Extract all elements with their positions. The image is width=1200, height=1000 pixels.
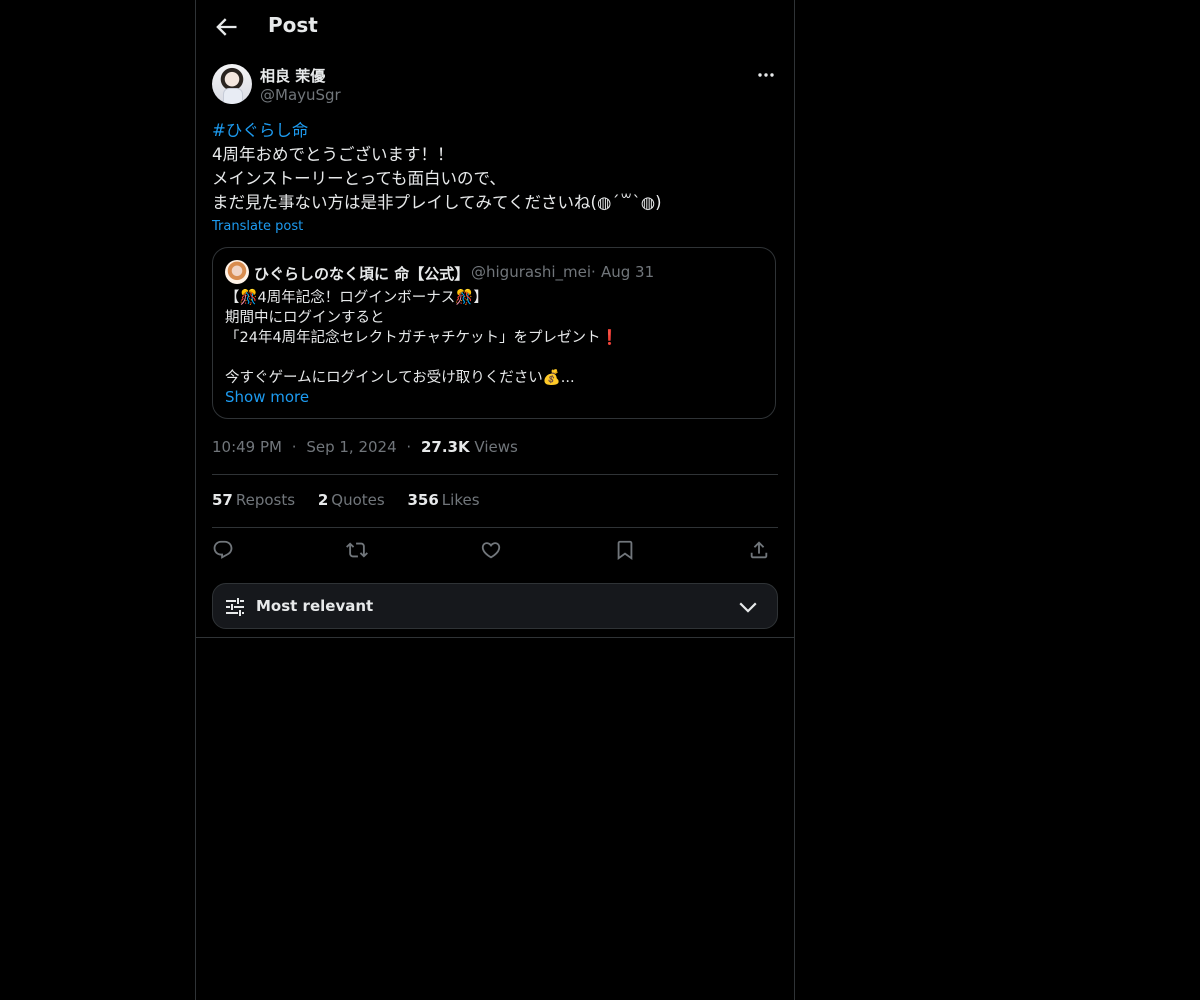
reposts-stat[interactable]: 57 Reposts bbox=[212, 491, 295, 509]
post-stats: 57 Reposts 2 Quotes 356 Likes bbox=[212, 491, 498, 509]
divider bbox=[196, 637, 794, 638]
quoted-line: 期間中にログインすると bbox=[225, 310, 385, 326]
divider bbox=[212, 474, 778, 475]
post-author: 相良 茉優 @MayuSgr bbox=[212, 64, 778, 106]
likes-count: 356 bbox=[407, 491, 439, 509]
quoted-author-handle: @higurashi_mei bbox=[471, 263, 592, 281]
post-text: #ひぐらし命 4周年おめでとうございます！！ メインストーリーとっても面白いので… bbox=[212, 119, 778, 215]
quoted-line: 【🎊4周年記念！ログインボーナス🎊】 bbox=[225, 290, 488, 306]
page-header: Post bbox=[196, 0, 794, 53]
like-icon[interactable] bbox=[480, 539, 504, 563]
arrow-left-icon[interactable] bbox=[212, 13, 240, 41]
quoted-line bbox=[225, 348, 765, 368]
quoted-date: Aug 31 bbox=[601, 263, 655, 281]
likes-label: Likes bbox=[441, 491, 480, 509]
quoted-line: 「24年4周年記念セレクトガチャチケット」をプレゼント❗ bbox=[225, 330, 619, 346]
chevron-down-icon bbox=[737, 596, 759, 618]
quotes-count: 2 bbox=[317, 491, 329, 509]
reposts-label: Reposts bbox=[235, 491, 296, 509]
author-handle[interactable]: @MayuSgr bbox=[260, 86, 341, 104]
translate-post-link[interactable]: Translate post bbox=[212, 219, 303, 234]
separator-dot: · bbox=[406, 438, 412, 456]
reply-icon[interactable] bbox=[212, 539, 236, 563]
divider bbox=[212, 527, 778, 528]
quotes-stat[interactable]: 2 Quotes bbox=[318, 491, 385, 509]
hashtag-link[interactable]: #ひぐらし命 bbox=[212, 119, 778, 143]
quoted-avatar[interactable] bbox=[225, 260, 249, 284]
separator-dot: · bbox=[291, 438, 297, 456]
quoted-line: 今すぐゲームにログインしてお受け取りください💰... bbox=[225, 370, 575, 386]
avatar[interactable] bbox=[212, 64, 252, 104]
quoted-author-name: ひぐらしのなく頃に 命【公式】 bbox=[254, 265, 470, 283]
repost-icon[interactable] bbox=[346, 539, 370, 563]
more-horizontal-icon[interactable] bbox=[754, 64, 778, 86]
post-line: 4周年おめでとうございます！！ bbox=[212, 145, 454, 164]
post-column: Post 相良 茉優 @MayuSgr #ひぐらし命 4周年おめでとうございます… bbox=[195, 0, 795, 1000]
views-label: Views bbox=[474, 438, 518, 456]
post-time[interactable]: 10:49 PM bbox=[212, 438, 282, 456]
post-meta: 10:49 PM · Sep 1, 2024 · 27.3K Views bbox=[212, 438, 518, 456]
quotes-label: Quotes bbox=[331, 491, 385, 509]
post-line: メインストーリーとっても面白いので、 bbox=[212, 169, 506, 188]
share-icon[interactable] bbox=[748, 539, 772, 563]
action-bar bbox=[212, 539, 778, 565]
reposts-count: 57 bbox=[212, 491, 233, 509]
separator-dot: · bbox=[591, 263, 596, 281]
author-name[interactable]: 相良 茉優 bbox=[260, 65, 325, 86]
quoted-text: 【🎊4周年記念！ログインボーナス🎊】 期間中にログインすると 「24年4周年記念… bbox=[225, 288, 765, 388]
bookmark-icon[interactable] bbox=[614, 539, 638, 563]
post-line: まだ見た事ない方は是非プレイしてみてくださいね(◍´꒳`◍) bbox=[212, 193, 662, 212]
sort-replies-dropdown[interactable]: Most relevant bbox=[212, 583, 778, 629]
page-title: Post bbox=[268, 13, 318, 37]
sort-label: Most relevant bbox=[256, 597, 374, 615]
likes-stat[interactable]: 356 Likes bbox=[407, 491, 479, 509]
quoted-post[interactable]: ひぐらしのなく頃に 命【公式】 @higurashi_mei · Aug 31 … bbox=[212, 247, 776, 419]
sliders-icon bbox=[223, 595, 247, 619]
views-count: 27.3K bbox=[420, 438, 470, 456]
post-date[interactable]: Sep 1, 2024 bbox=[306, 438, 396, 456]
show-more-link[interactable]: Show more bbox=[225, 388, 309, 406]
